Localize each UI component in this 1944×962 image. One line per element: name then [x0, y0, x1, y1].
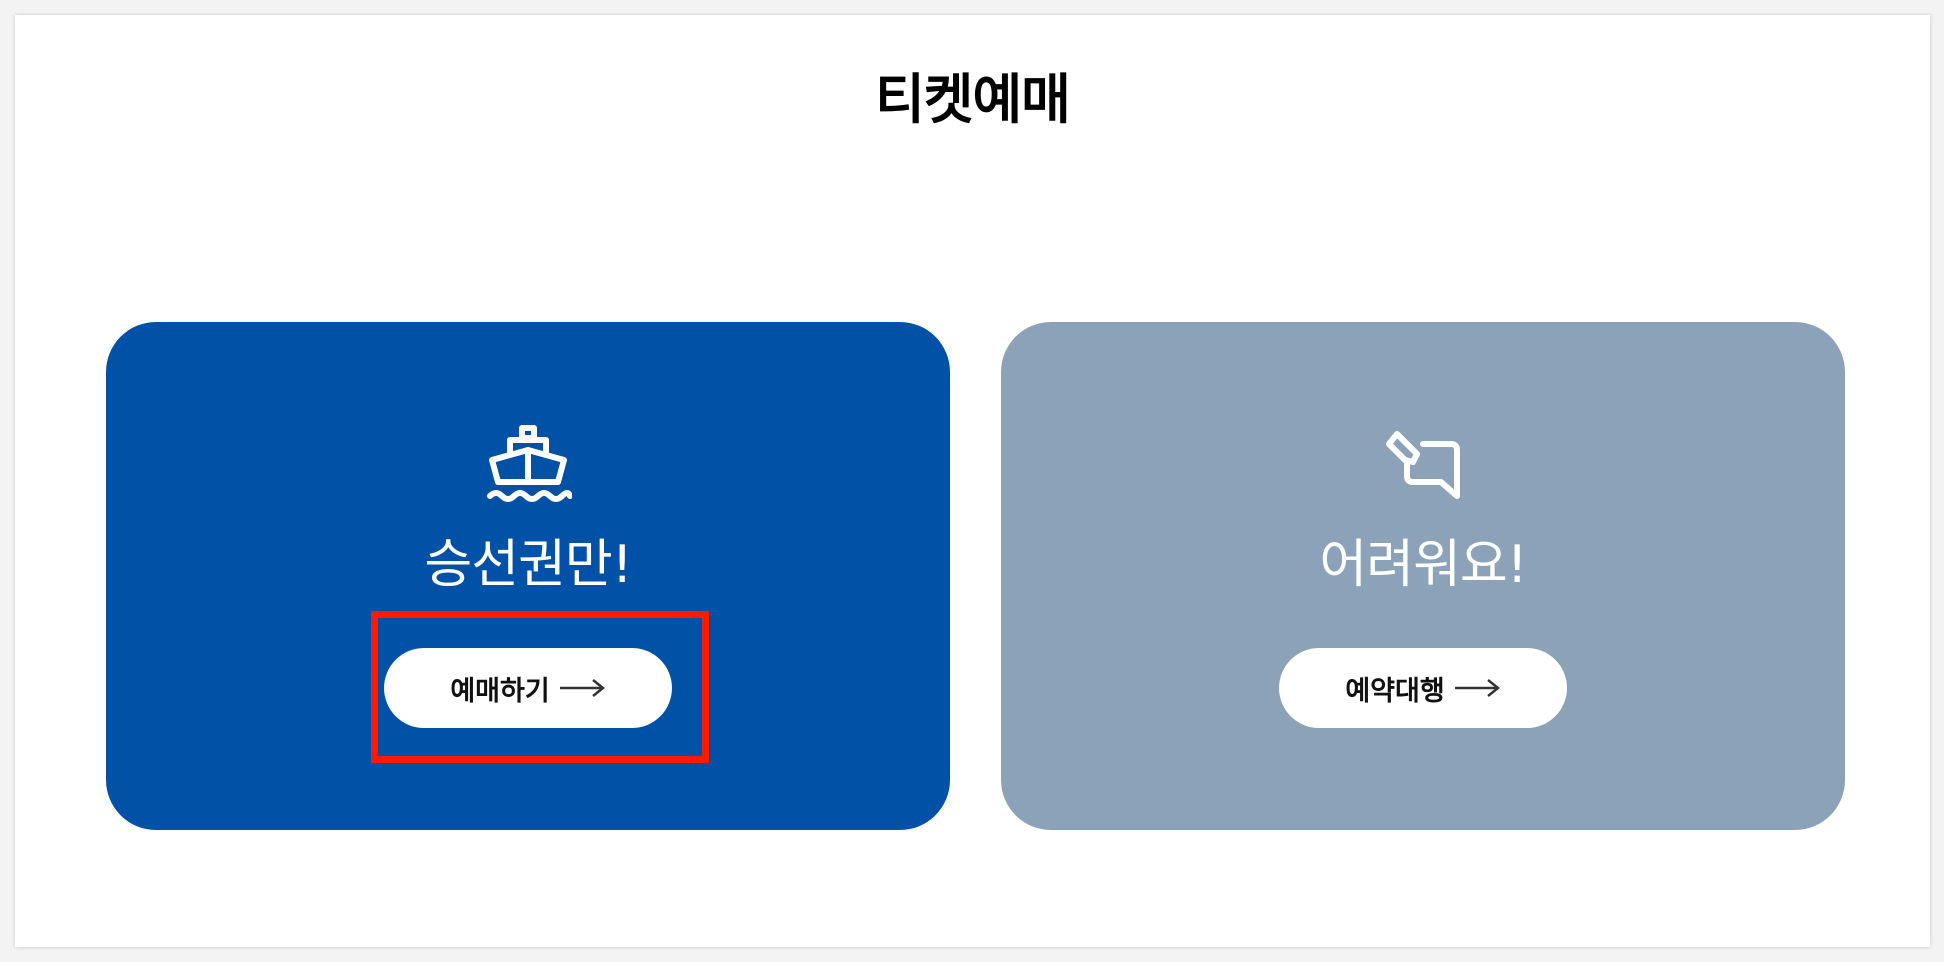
- button-label: 예매하기: [450, 675, 550, 706]
- arrow-right-icon: [559, 679, 605, 697]
- card-ship-ticket: 승선권만! 예매하기: [106, 322, 950, 830]
- card-heading: 어려워요!: [1319, 535, 1527, 595]
- card-heading: 승선권만!: [424, 535, 632, 595]
- book-ticket-button[interactable]: 예매하기: [384, 648, 672, 728]
- page-container: 티켓예매 승선권만! 예매하기 어려워요! 예약대행: [15, 15, 1930, 947]
- ship-icon: [487, 425, 572, 502]
- page-title: 티켓예매: [875, 68, 1071, 131]
- pencil-note-icon: [1386, 431, 1460, 499]
- reservation-proxy-button[interactable]: 예약대행: [1279, 648, 1567, 728]
- arrow-right-icon: [1454, 679, 1500, 697]
- button-label: 예약대행: [1345, 675, 1445, 706]
- card-reservation-proxy: 어려워요! 예약대행: [1001, 322, 1845, 830]
